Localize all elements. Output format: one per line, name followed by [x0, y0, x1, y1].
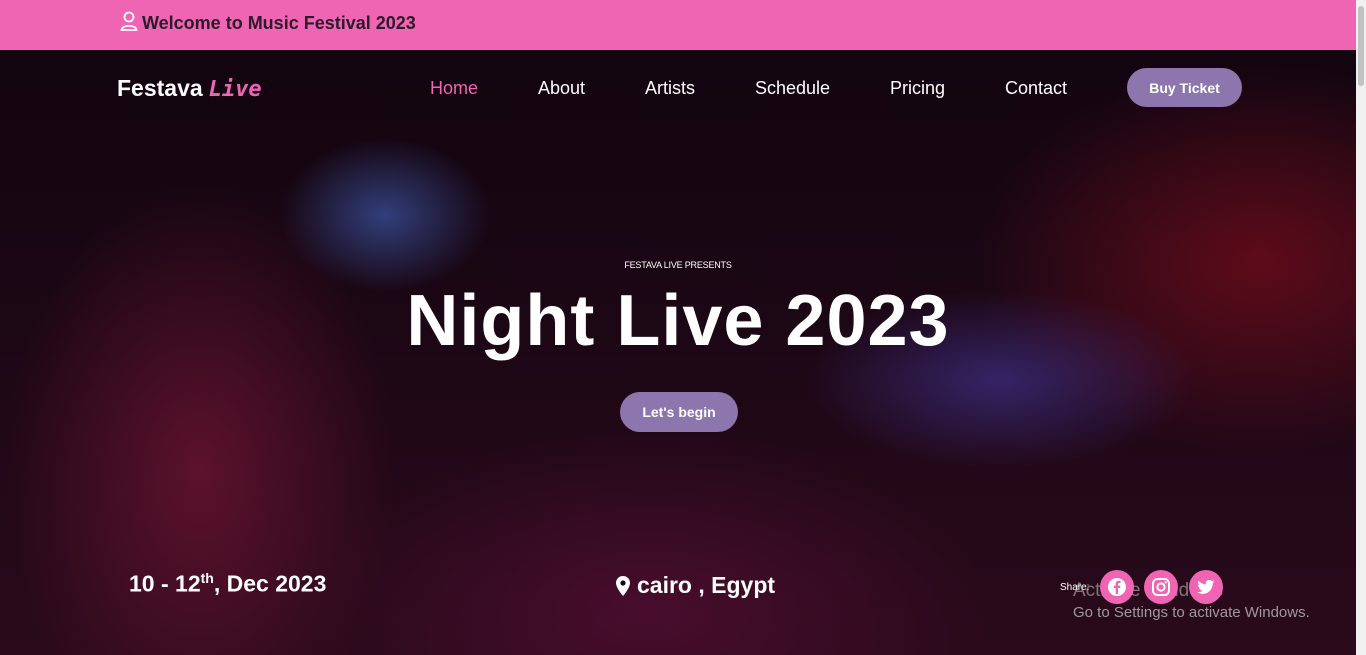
- date-suffix: th: [200, 570, 214, 586]
- twitter-link[interactable]: [1189, 570, 1223, 604]
- brand-accent: Live: [208, 77, 262, 102]
- event-date: 10 - 12th, Dec 2023: [129, 570, 326, 598]
- nav-about[interactable]: About: [538, 78, 585, 99]
- hero-presents: FESTAVA LIVE PRESENTS: [624, 260, 732, 270]
- instagram-icon: [1152, 578, 1170, 596]
- user-icon: [120, 11, 138, 31]
- twitter-icon: [1197, 580, 1215, 594]
- site-logo[interactable]: Festava Live: [117, 75, 262, 102]
- buy-ticket-button[interactable]: Buy Ticket: [1127, 68, 1242, 107]
- share-label: Share:: [1060, 582, 1090, 593]
- welcome-text: Welcome to Music Festival 2023: [142, 13, 416, 33]
- date-end: , Dec 2023: [213, 570, 327, 597]
- nav-home[interactable]: Home: [430, 78, 478, 99]
- nav-schedule[interactable]: Schedule: [755, 78, 830, 99]
- date-main: 10 - 12: [129, 570, 201, 597]
- scrollbar-thumb[interactable]: [1358, 6, 1364, 86]
- nav-contact[interactable]: Contact: [1005, 78, 1067, 99]
- announcement-bar: Welcome to Music Festival 2023: [0, 0, 1366, 50]
- windows-activation-text: Go to Settings to activate Windows.: [1073, 604, 1310, 621]
- facebook-link[interactable]: [1100, 570, 1134, 604]
- page-scrollbar[interactable]: [1356, 0, 1366, 655]
- nav-pricing[interactable]: Pricing: [890, 78, 945, 99]
- map-pin-icon: [616, 575, 630, 596]
- nav-artists[interactable]: Artists: [645, 78, 695, 99]
- hero-title: Night Live 2023: [406, 281, 950, 361]
- lets-begin-button[interactable]: Let's begin: [620, 392, 738, 432]
- instagram-link[interactable]: [1144, 570, 1178, 604]
- location-text: cairo , Egypt: [637, 572, 776, 598]
- event-location: cairo , Egypt: [616, 572, 775, 599]
- facebook-icon: [1108, 578, 1126, 596]
- brand-name: Festava: [117, 75, 203, 101]
